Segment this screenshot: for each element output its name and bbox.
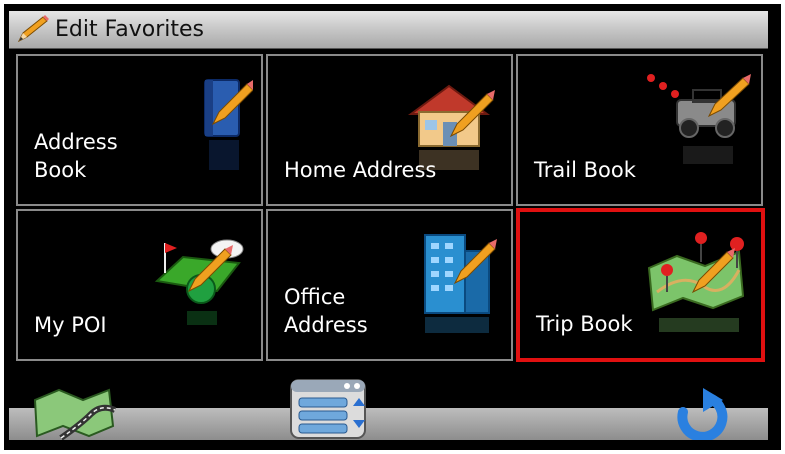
tile-label: Trip Book: [536, 312, 633, 336]
jeep-icon: [647, 74, 751, 164]
back-arrow-icon[interactable]: [669, 388, 731, 440]
tile-label: Office Address: [284, 285, 368, 337]
tile-trip-book[interactable]: Trip Book: [516, 208, 765, 362]
map-icon[interactable]: [31, 384, 117, 440]
pencil-icon: [17, 15, 49, 43]
tile-home-address[interactable]: Home Address: [266, 54, 513, 206]
toolbar-strip: [9, 408, 768, 440]
trip-map-icon: [647, 232, 745, 332]
tile-label: My POI: [34, 313, 107, 337]
poi-icon: [154, 239, 244, 325]
bottom-toolbar: [9, 366, 768, 440]
screen: Edit Favorites Address Book Home Address: [9, 11, 768, 440]
menu-list-icon[interactable]: [287, 376, 369, 440]
tile-label: Address Book: [34, 130, 118, 182]
title-bar: Edit Favorites: [9, 11, 768, 49]
tile-address-book[interactable]: Address Book: [16, 54, 263, 206]
page-title: Edit Favorites: [55, 17, 204, 42]
tile-office-address[interactable]: Office Address: [266, 209, 513, 361]
tile-my-poi[interactable]: My POI: [16, 209, 263, 361]
office-building-icon: [424, 234, 497, 333]
tile-trail-book[interactable]: Trail Book: [516, 54, 763, 206]
tile-label: Trail Book: [534, 158, 636, 182]
tile-label: Home Address: [284, 158, 437, 182]
address-book-icon: [204, 79, 253, 170]
